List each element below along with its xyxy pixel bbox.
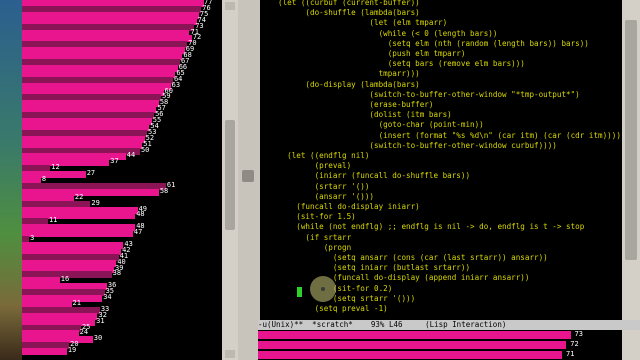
code-line: (while (not endflg) ;; endflg is nil -> …	[278, 222, 585, 232]
mode-line: -u(Unix)** *scratch* 93% L46 (Lisp Inter…	[258, 320, 640, 330]
bar-output-pane: 77 76 75 74 73 71 72 70 69 68 67 66 65 64 63 60 59 58 57 56…	[22, 0, 222, 360]
code-line: (while (< 0 (length bars))	[278, 28, 498, 38]
code-line: (push elm tmparr)	[278, 49, 466, 58]
bar-fill	[258, 331, 571, 339]
code-line: (ansarr '()))	[278, 191, 375, 201]
bar-value: 19	[67, 346, 77, 355]
code-line: (progn	[278, 242, 352, 252]
code-line: (switch-to-buffer-other-window "*tmp-out…	[278, 89, 580, 99]
code-line: (insert (format "%s %d\n" (car itm) (car…	[278, 130, 622, 140]
code-line: (goto-char (point-min))	[278, 120, 484, 130]
code-line: (preval)	[278, 161, 352, 171]
code-line: (iniarr (funcall do-shuffle bars))	[278, 171, 471, 181]
code-line: (setq iniarr (butlast srtarr))	[278, 263, 471, 273]
code-line: (setq preval -1)	[278, 304, 388, 313]
scroll-down-arrow-icon[interactable]	[225, 350, 235, 358]
bar-value: 71	[566, 350, 575, 358]
mouse-pointer-icon	[321, 287, 325, 291]
scroll-up-arrow-icon[interactable]	[225, 2, 235, 10]
bar-fill	[258, 351, 563, 359]
bar-value: 73	[574, 330, 584, 338]
bar-value: 72	[570, 340, 579, 348]
code-line: tmparr)))	[278, 69, 420, 79]
text-cursor	[297, 287, 302, 297]
code-line: (srtarr '())	[278, 181, 370, 191]
bar-line: 19	[22, 346, 214, 356]
tmp-output-pane: 73 72 71	[258, 330, 622, 360]
code-line: (switch-to-buffer-other-window curbuf)))…	[278, 140, 557, 150]
code-line: (erase-buffer)	[278, 100, 434, 109]
code-line: (sit-for 1.5)	[278, 212, 356, 222]
code-line: (dolist (itm bars)	[278, 110, 452, 120]
bar-fill	[258, 341, 567, 349]
code-line: (funcall do-display iniarr)	[278, 202, 420, 211]
code-editor-pane[interactable]: (let ((curbuf (current-buffer)) (do-shuf…	[260, 0, 622, 320]
code-line: (let ((endflg nil)	[278, 151, 370, 160]
code-line: (do-shuffle (lambda(bars)	[278, 8, 420, 18]
code-line: (do-display (lambda(bars)	[278, 79, 420, 89]
code-line: (setq elm (nth (random (length bars)) ba…	[278, 38, 589, 48]
code-line: (setq ansarr (cons (car (last srtarr)) a…	[278, 253, 548, 262]
right-scrollbar-thumb[interactable]	[625, 20, 637, 260]
divider-handle[interactable]	[242, 170, 254, 182]
bar-fill	[22, 348, 67, 356]
code-line: (let (elm tmparr)	[278, 18, 448, 28]
code-line: (setq bars (remove elm bars)))	[278, 59, 525, 69]
code-line: (let ((curbuf (current-buffer))	[278, 0, 420, 7]
desktop-background	[0, 0, 22, 360]
left-scrollbar-thumb[interactable]	[225, 120, 235, 230]
code-line: (if srtarr	[278, 232, 352, 242]
